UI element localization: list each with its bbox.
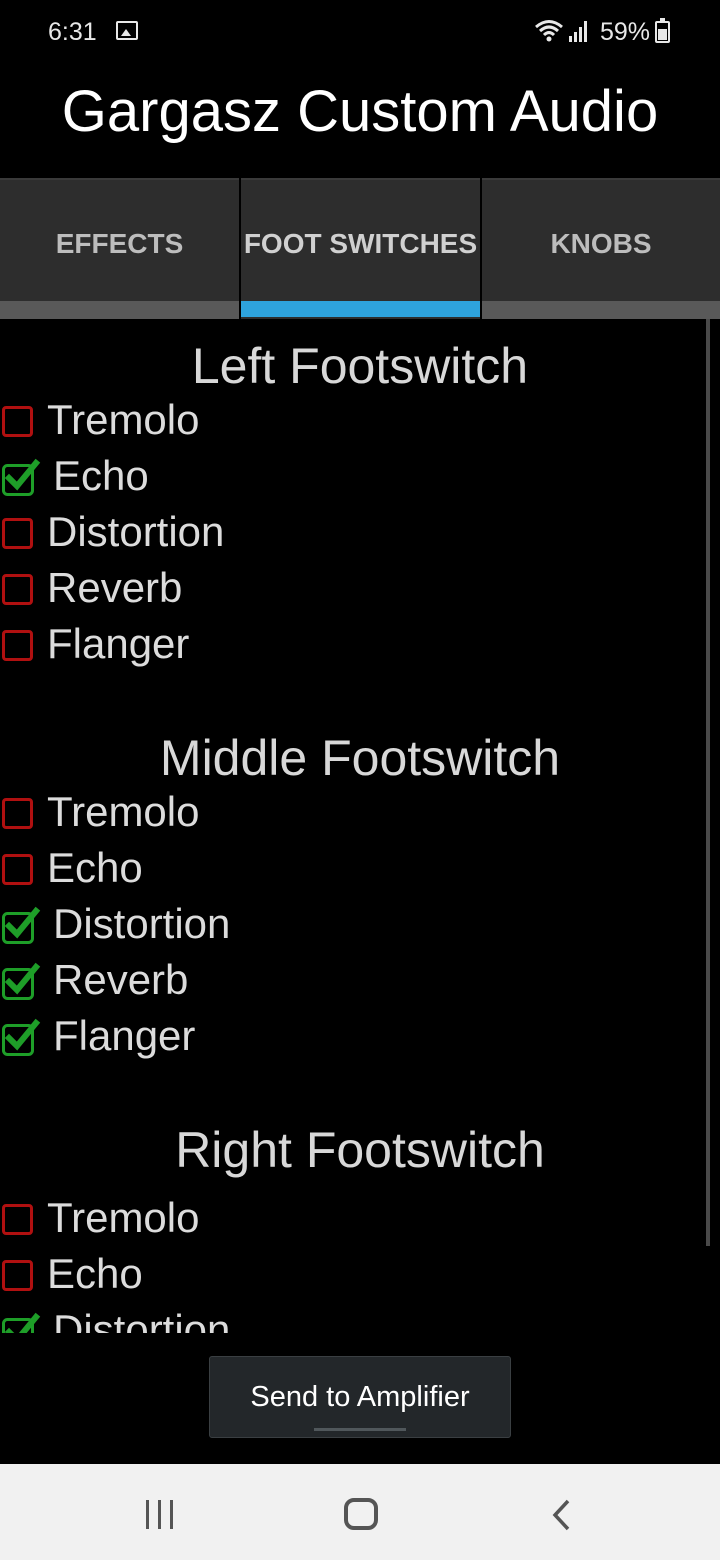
option-label: Echo	[47, 844, 143, 891]
checkbox-unchecked-icon	[2, 1204, 33, 1235]
image-notification-icon	[116, 21, 138, 40]
checkbox-middle-echo[interactable]: Echo	[0, 844, 680, 898]
status-bar: 6:31 59%	[0, 0, 720, 64]
option-label: Distortion	[47, 508, 225, 555]
checkbox-unchecked-icon	[2, 574, 33, 605]
tab-effects[interactable]: EFFECTS	[0, 178, 239, 319]
checkbox-unchecked-icon	[2, 854, 33, 885]
checkbox-middle-flanger[interactable]: Flanger	[0, 1012, 680, 1066]
app-title: Gargasz Custom Audio	[61, 79, 659, 144]
option-label: Reverb	[53, 956, 189, 1003]
checkbox-unchecked-icon	[2, 798, 33, 829]
option-label: Echo	[47, 1250, 143, 1297]
send-to-amplifier-button[interactable]: Send to Amplifier	[209, 1356, 511, 1438]
checkbox-unchecked-icon	[2, 630, 33, 661]
checkbox-left-tremolo[interactable]: Tremolo	[0, 396, 680, 450]
back-icon[interactable]	[550, 1498, 572, 1532]
option-label: Reverb	[47, 564, 183, 611]
checkmark-icon	[2, 1312, 41, 1333]
section-title-middle-footswitch: Middle Footswitch	[159, 730, 561, 786]
wifi-icon	[535, 20, 563, 42]
footswitch-list[interactable]: Left Footswitch Tremolo Echo Distortion …	[0, 319, 720, 1333]
tab-effects-indicator	[0, 301, 239, 319]
checkbox-right-echo[interactable]: Echo	[0, 1250, 680, 1304]
checkbox-unchecked-icon	[2, 518, 33, 549]
checkbox-middle-distortion[interactable]: Distortion	[0, 900, 680, 954]
checkbox-right-distortion[interactable]: Distortion	[0, 1306, 680, 1333]
tab-knobs-indicator	[482, 301, 720, 319]
tab-knobs[interactable]: KNOBS	[482, 178, 720, 319]
checkbox-right-tremolo[interactable]: Tremolo	[0, 1194, 680, 1248]
checkmark-icon	[2, 962, 41, 1000]
tab-bar: EFFECTS FOOT SWITCHES KNOBS	[0, 178, 720, 319]
scrollbar[interactable]	[706, 319, 710, 1246]
section-title-left-footswitch: Left Footswitch	[191, 338, 529, 394]
checkbox-middle-reverb[interactable]: Reverb	[0, 956, 680, 1010]
option-label: Distortion	[53, 1306, 231, 1333]
checkbox-unchecked-icon	[2, 406, 33, 437]
option-label: Echo	[53, 452, 149, 499]
option-label: Distortion	[53, 900, 231, 947]
battery-level: 59%	[600, 18, 651, 46]
checkbox-left-echo[interactable]: Echo	[0, 452, 680, 506]
system-nav-bar	[0, 1464, 720, 1560]
checkbox-left-reverb[interactable]: Reverb	[0, 564, 680, 618]
tab-effects-label: EFFECTS	[55, 228, 184, 259]
status-time: 6:31	[48, 18, 97, 46]
tab-foot-switches-indicator	[241, 301, 480, 317]
tab-foot-switches-label: FOOT SWITCHES	[243, 228, 478, 259]
checkbox-unchecked-icon	[2, 1260, 33, 1291]
tab-knobs-label: KNOBS	[550, 228, 652, 259]
tab-foot-switches[interactable]: FOOT SWITCHES	[241, 178, 480, 319]
button-underline	[314, 1428, 406, 1431]
option-label: Tremolo	[47, 396, 200, 443]
checkmark-icon	[2, 458, 41, 496]
checkbox-left-distortion[interactable]: Distortion	[0, 508, 680, 562]
checkbox-left-flanger[interactable]: Flanger	[0, 620, 680, 674]
section-title-right-footswitch: Right Footswitch	[175, 1122, 545, 1178]
checkmark-icon	[2, 906, 41, 944]
option-label: Tremolo	[47, 1194, 200, 1241]
recents-icon[interactable]	[146, 1500, 176, 1530]
option-label: Tremolo	[47, 788, 200, 835]
checkmark-icon	[2, 1018, 41, 1056]
option-label: Flanger	[47, 620, 190, 667]
option-label: Flanger	[53, 1012, 196, 1059]
checkbox-middle-tremolo[interactable]: Tremolo	[0, 788, 680, 842]
home-icon[interactable]	[344, 1498, 378, 1530]
signal-icon	[569, 21, 587, 42]
battery-charging-icon	[655, 18, 670, 43]
send-button-label: Send to Amplifier	[250, 1381, 470, 1413]
